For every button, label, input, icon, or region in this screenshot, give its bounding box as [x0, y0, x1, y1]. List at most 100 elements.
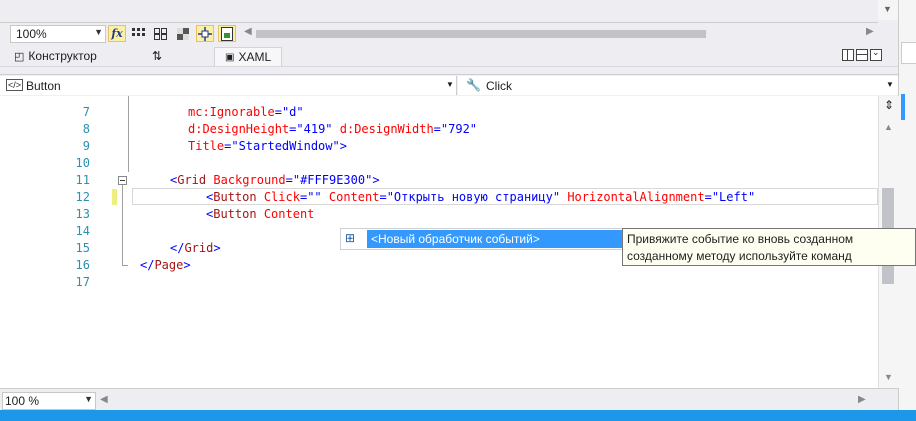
line-number: 17 [75, 275, 90, 289]
scroll-right-arrow-icon[interactable]: ▶ [866, 26, 874, 37]
code-token: mc:Ignorable [188, 105, 275, 119]
minus-icon [120, 180, 125, 181]
scroll-thumb[interactable] [256, 30, 706, 38]
event-dropdown[interactable]: 🔧 Click ▼ [458, 76, 898, 95]
code-token: Content [263, 207, 315, 221]
tab-designer-label: Конструктор [28, 49, 97, 63]
line-number: 15 [75, 241, 90, 255]
designer-surface [0, 0, 898, 20]
code-token: = [274, 105, 282, 119]
designer-tab-icon: ◰ [14, 50, 25, 63]
vertical-split-button[interactable] [842, 49, 854, 61]
code-token: Background [213, 173, 286, 187]
scroll-up-arrow-icon[interactable]: ▲ [884, 122, 893, 132]
code-token: "Открыть новую страницу" [386, 190, 561, 204]
collapse-region-button[interactable] [118, 176, 127, 185]
outline-line [122, 185, 123, 265]
checker-icon [177, 27, 189, 40]
scroll-left-arrow-icon[interactable]: ◀ [244, 26, 252, 37]
snap-lines-button[interactable] [196, 25, 214, 42]
chevron-down-icon[interactable]: ▼ [446, 80, 454, 89]
line-number: 16 [75, 258, 90, 272]
split-handle-icon[interactable]: ⇕ [884, 98, 894, 112]
code-token: </ [140, 258, 155, 272]
zoom-combobox[interactable]: 100% ▼ [10, 25, 106, 43]
line-number: 12 [75, 190, 90, 204]
outline-end [122, 265, 128, 266]
formula-button[interactable]: fx [108, 25, 126, 42]
code-token: "" [307, 190, 322, 204]
status-bar [0, 410, 916, 421]
xaml-tab-icon: ▣ [225, 51, 235, 63]
scroll-down-arrow-icon[interactable]: ▼ [883, 4, 892, 14]
chevron-down-icon[interactable]: ▼ [94, 27, 103, 37]
tab-designer[interactable]: ◰ Конструктор [14, 47, 97, 65]
code-token: "419" [296, 122, 333, 136]
code-token: Button [213, 190, 257, 204]
tab-xaml-label: XAML [238, 50, 272, 64]
designer-toolbar: 100% ▼ fx ◀ ▶ [0, 22, 878, 45]
navigation-bar: </> Button ▼ 🔧 Click ▼ [0, 74, 898, 98]
scroll-left-arrow-icon[interactable]: ◀ [100, 394, 108, 405]
designer-vertical-scrollbar[interactable]: ▼ [878, 0, 898, 20]
horizontal-split-button[interactable] [856, 49, 868, 61]
code-token: > [372, 173, 380, 187]
code-token: "#FFF9E300" [292, 173, 373, 187]
crosshair-icon [198, 26, 212, 41]
grid-icon [132, 27, 145, 36]
snap-gridlines-button[interactable] [152, 25, 170, 42]
outline-line [128, 96, 129, 172]
code-token: > [339, 139, 347, 153]
collapse-pane-button[interactable]: ⌄ [870, 47, 882, 61]
code-line[interactable]: mc:Ignorable="d" [188, 104, 304, 120]
panel-marker [901, 94, 905, 120]
zoom-value: 100% [16, 27, 47, 41]
code-line[interactable]: </Page> [140, 257, 191, 273]
code-token: = [704, 190, 712, 204]
artboard-background-button[interactable] [174, 25, 192, 42]
collapse-icon: ⌄ [872, 47, 880, 57]
line-number: 7 [82, 105, 90, 119]
code-line[interactable]: <Button Click="" Content="Открыть новую … [206, 189, 755, 205]
chevron-down-icon[interactable]: ▼ [886, 80, 894, 89]
view-tabs: ◰ Конструктор ⇅ ▣ XAML ⌄ [0, 44, 898, 67]
editor-zoom-combobox[interactable]: 100 % ▼ [2, 392, 96, 410]
code-token: = [433, 122, 441, 136]
element-dropdown[interactable]: </> Button ▼ [0, 76, 457, 95]
swap-icon: ⇅ [152, 49, 163, 63]
horizontal-split-icon [857, 54, 867, 55]
scroll-down-arrow-icon[interactable]: ▼ [884, 372, 893, 382]
swap-panes-button[interactable]: ⇅ [152, 47, 162, 65]
adjacent-panel [898, 0, 916, 410]
code-line[interactable]: <Button Content [206, 206, 314, 222]
line-number: 14 [75, 224, 90, 238]
code-line[interactable]: </Grid> [170, 240, 221, 256]
project-code-button[interactable] [218, 25, 236, 42]
document-icon [221, 26, 233, 41]
line-number-gutter: 7 8 9 10 11 12 13 14 15 16 17 [0, 96, 98, 388]
quick-info-tooltip: Привяжите событие ко вновь созданном соз… [622, 228, 916, 266]
code-token: "Left" [711, 190, 756, 204]
code-token: "792" [440, 122, 478, 136]
code-token: Grid [184, 241, 214, 255]
scroll-right-arrow-icon[interactable]: ▶ [858, 394, 866, 405]
tab-xaml[interactable]: ▣ XAML [214, 47, 283, 66]
editor-horizontal-scrollbar[interactable] [112, 397, 852, 407]
intellisense-popup[interactable]: ⊞ <Новый обработчик событий> [340, 228, 630, 250]
code-line[interactable]: d:DesignHeight="419" d:DesignWidth="792" [188, 121, 477, 137]
designer-horizontal-scrollbar[interactable] [256, 29, 866, 39]
code-token: Page [154, 258, 184, 272]
grid-toggle-button[interactable] [130, 25, 148, 42]
vertical-split-icon [847, 50, 848, 60]
line-number: 11 [75, 173, 90, 187]
button-element-icon: </> [6, 79, 24, 91]
new-event-handler-item[interactable]: <Новый обработчик событий> [367, 230, 629, 248]
code-token: Button [213, 207, 257, 221]
code-line[interactable]: Title="StartedWindow"> [188, 138, 347, 154]
chevron-down-icon[interactable]: ▼ [84, 394, 93, 404]
code-token: Content [328, 190, 380, 204]
code-line[interactable]: <Grid Background="#FFF9E300"> [170, 172, 380, 188]
snap-grid-icon [154, 27, 167, 40]
